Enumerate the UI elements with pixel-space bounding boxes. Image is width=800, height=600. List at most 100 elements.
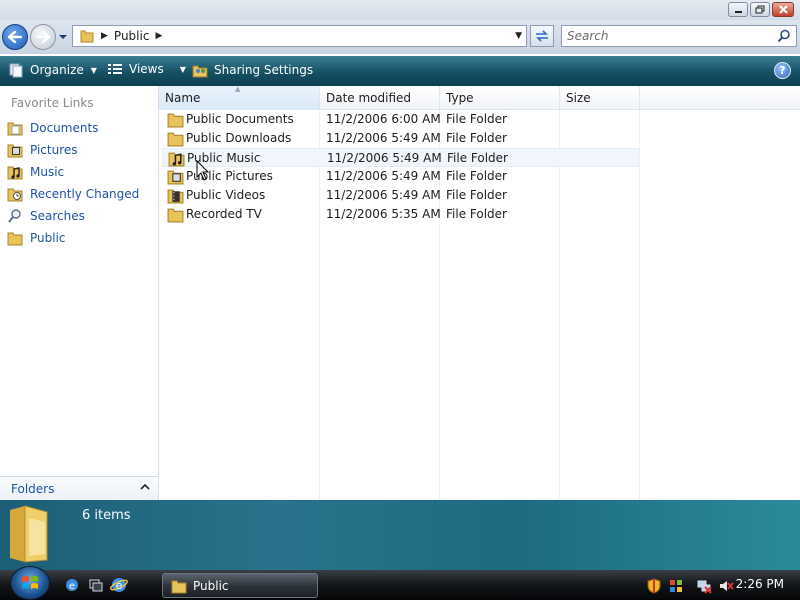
close-button[interactable] [772,2,794,17]
network-icon[interactable] [695,577,713,595]
file-type: File Folder [446,131,507,145]
nav-item-label: Pictures [30,143,78,157]
nav-item-documents[interactable]: Documents [6,118,98,138]
nav-item-searches[interactable]: Searches [6,206,85,226]
nav-item-label: Music [30,165,65,179]
folders-toggle[interactable]: Folders [0,476,158,500]
column-header-date-modified[interactable]: Date modified [320,86,440,110]
recent-pages-dropdown[interactable] [58,32,68,42]
address-bar[interactable]: ▶ Public ▶ ▼ [72,25,527,47]
nav-item-public[interactable]: Public [6,228,66,248]
breadcrumb-public[interactable]: Public [114,29,150,43]
windows-update-icon[interactable] [667,577,685,595]
sharing-settings-label: Sharing Settings [214,63,314,77]
file-type: File Folder [446,207,507,221]
column-headers: Name ▲ Date modified Type Size [159,85,800,110]
forward-button[interactable] [30,24,56,50]
chevron-up-icon [140,483,150,490]
window-controls [728,2,794,17]
column-label: Type [446,91,474,105]
file-type: File Folder [446,169,507,183]
file-date: 11/2/2006 5:49 AM [326,188,441,202]
taskbar-window-public[interactable]: Public [162,573,318,598]
folders-label: Folders [11,481,55,496]
table-row[interactable]: Public Music 11/2/2006 5:49 AM File Fold… [162,148,639,167]
folder-videos-icon [167,189,184,204]
arrow-right-icon [36,31,50,43]
nav-item-recently-changed[interactable]: Recently Changed [6,184,139,204]
window-title-bar [0,0,800,20]
details-pane: 6 items [0,500,800,570]
quicklaunch-ie-icon[interactable]: e [63,576,81,594]
views-icon [108,64,122,74]
table-row[interactable]: Public Pictures 11/2/2006 5:49 AM File F… [162,167,639,186]
search-icon[interactable] [777,29,791,43]
organize-button[interactable]: Organize ▼ [8,62,97,78]
restore-button[interactable] [750,2,770,17]
folder-music-icon [168,152,185,167]
column-header-type[interactable]: Type [440,86,560,110]
file-date: 11/2/2006 5:49 AM [326,131,441,145]
file-name: Public Downloads [186,131,292,145]
quicklaunch-switch-windows-icon[interactable] [87,576,105,594]
address-dropdown[interactable]: ▼ [515,31,522,41]
folder-music-icon [7,166,23,180]
search-input[interactable] [567,29,767,43]
breadcrumb-separator[interactable]: ▶ [101,31,108,41]
file-type: File Folder [446,112,507,126]
sharing-settings-button[interactable]: Sharing Settings [192,62,313,78]
views-label: Views [129,62,164,76]
nav-item-pictures[interactable]: Pictures [6,140,78,160]
file-type: File Folder [446,188,507,202]
back-button[interactable] [2,24,28,50]
address-row: ▶ Public ▶ ▼ [0,20,800,54]
folder-documents-icon [7,122,23,136]
table-row[interactable]: Public Downloads 11/2/2006 5:49 AM File … [162,129,639,148]
file-name: Recorded TV [186,207,262,221]
column-label: Date modified [326,91,412,105]
table-row[interactable]: Public Documents 11/2/2006 6:00 AM File … [162,110,639,129]
column-divider [639,110,640,500]
nav-item-label: Searches [30,209,85,223]
organize-label: Organize [30,63,84,77]
breadcrumb-separator[interactable]: ▶ [155,31,162,41]
minimize-button[interactable] [728,2,748,17]
quicklaunch-browser-icon[interactable]: e [110,576,128,594]
security-shield-icon[interactable] [645,577,663,595]
nav-item-label: Documents [30,121,99,135]
search-box[interactable] [561,25,797,47]
file-type: File Folder [447,151,508,165]
item-count: 6 items [82,508,131,523]
taskbar: e e Public 2:26 PM [0,570,800,600]
windows-logo-icon [22,576,38,589]
arrow-left-icon [8,31,22,43]
close-icon [778,5,788,14]
table-row[interactable]: Recorded TV 11/2/2006 5:35 AM File Folde… [162,205,639,224]
internet-explorer-icon: e [110,578,128,592]
column-header-name[interactable]: Name ▲ [159,85,320,110]
help-button[interactable]: ? [774,62,791,79]
organize-icon [9,63,23,78]
navigation-pane: Favorite Links Documents Pictures Music … [0,86,159,500]
folder-icon [80,30,94,43]
folder-pictures-icon [7,144,23,158]
nav-item-music[interactable]: Music [6,162,64,182]
file-name: Public Videos [186,188,266,202]
svg-text:e: e [69,581,75,592]
switch-windows-icon [89,579,103,592]
table-row[interactable]: Public Videos 11/2/2006 5:49 AM File Fol… [162,186,639,205]
folder-icon [167,132,184,147]
folder-recent-icon [7,188,23,202]
column-header-size[interactable]: Size [560,86,640,110]
column-label: Name [165,91,201,105]
views-button[interactable]: Views ▼ [107,62,186,76]
file-date: 11/2/2006 5:35 AM [326,207,441,221]
clock[interactable]: 2:26 PM [736,577,784,591]
file-date: 11/2/2006 5:49 AM [326,169,441,183]
volume-muted-icon[interactable] [717,577,735,595]
nav-item-label: Public [30,231,66,245]
refresh-button[interactable] [530,25,554,47]
start-button[interactable] [10,566,50,600]
folder-icon [167,208,184,223]
file-date: 11/2/2006 5:49 AM [327,151,442,165]
